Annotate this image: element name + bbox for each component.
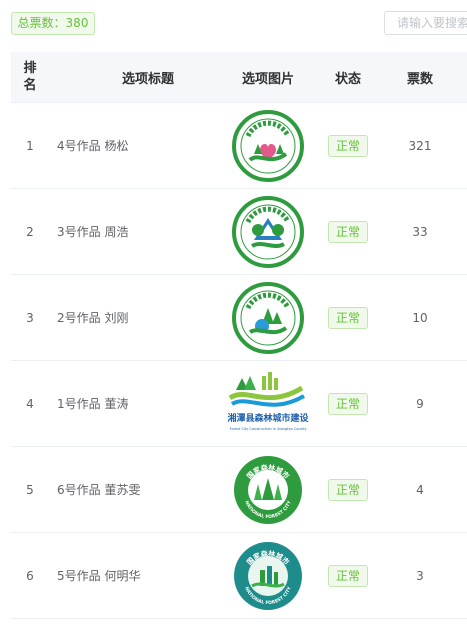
votes-cell: 321: [408, 138, 432, 153]
status-cell: 正常: [323, 392, 373, 415]
forest-city-logo-teal: 国家森林城市 NATIONAL FOREST CITY: [234, 541, 302, 610]
option-image-cell: 湘潭县森林城市建设 Forest City Construction in Xi…: [213, 368, 323, 440]
option-title: 3号作品 周浩: [57, 225, 129, 239]
status-cell: 正常: [323, 564, 373, 587]
forest-city-logo-tree: [232, 195, 304, 268]
logo-banner-text: 湘潭县森林城市建设: [227, 412, 309, 424]
option-title: 1号作品 董涛: [57, 397, 129, 411]
status-cell: 正常: [323, 478, 373, 501]
column-header-image: 选项图片: [241, 71, 294, 87]
status-cell: 正常: [323, 134, 373, 157]
option-title: 5号作品 何明华: [57, 569, 141, 583]
column-header-title: 选项标题: [121, 71, 174, 87]
votes-cell: 3: [416, 568, 424, 583]
table-row: 4 1号作品 董涛 湘潭县森林城市建设 Forest City Construc…: [11, 361, 467, 447]
table-row: 2 3号作品 周浩 正常 33: [11, 189, 467, 275]
votes-cell: 10: [412, 310, 428, 325]
status-badge: 正常: [327, 564, 368, 587]
forest-city-logo-heart: [232, 109, 304, 182]
column-header-votes: 票数: [406, 71, 433, 87]
option-image-cell: 国家森林城市 NATIONAL FOREST CITY: [213, 540, 323, 612]
status-cell: 正常: [323, 306, 373, 329]
option-image-cell: [213, 281, 323, 354]
table-row: 5 6号作品 董苏雯 国家森林城市 NATIONAL FOREST CITY 正…: [11, 447, 467, 533]
rank-cell: 1: [26, 138, 34, 153]
rank-cell: 4: [26, 396, 34, 411]
forest-city-logo-wave: [232, 281, 304, 354]
table-row: 3 2号作品 刘刚 正常 10: [11, 275, 467, 361]
status-badge: 正常: [327, 306, 368, 329]
rank-cell: 2: [26, 224, 34, 239]
column-header-rank: 排 名: [23, 61, 37, 93]
column-header-status: 状态: [334, 71, 361, 87]
total-votes-badge: 总票数：380: [11, 12, 95, 35]
status-cell: 正常: [323, 220, 373, 243]
votes-cell: 33: [412, 224, 428, 239]
status-badge: 正常: [327, 478, 368, 501]
option-image-cell: [213, 109, 323, 182]
option-title: 2号作品 刘刚: [57, 311, 129, 325]
search-input[interactable]: [384, 11, 467, 35]
option-image-cell: [213, 195, 323, 268]
table-header: 排 名 选项标题 选项图片 状态 票数: [11, 52, 467, 103]
option-title: 6号作品 董苏雯: [57, 483, 141, 497]
forest-city-logo-banner: 湘潭县森林城市建设 Forest City Construction in Xi…: [227, 371, 309, 431]
option-image-cell: 国家森林城市 NATIONAL FOREST CITY: [213, 454, 323, 526]
logo-banner-subtext: Forest City Construction in Xiangtan Cou…: [230, 427, 307, 431]
rank-cell: 3: [26, 310, 34, 325]
votes-cell: 9: [416, 396, 424, 411]
status-badge: 正常: [327, 220, 368, 243]
table-row: 1 4号作品 杨松 正常 321: [11, 103, 467, 189]
toolbar: 总票数：380: [0, 0, 467, 50]
votes-cell: 4: [416, 482, 424, 497]
forest-city-logo-green: 国家森林城市 NATIONAL FOREST CITY: [234, 455, 302, 524]
table-row: 6 5号作品 何明华 国家森林城市 NATIONAL FOREST CITY 正…: [11, 533, 467, 619]
ranking-table: 排 名 选项标题 选项图片 状态 票数 1 4号作品 杨松 正常 321 2 3…: [11, 52, 467, 619]
option-title: 4号作品 杨松: [57, 139, 129, 153]
rank-cell: 6: [26, 568, 34, 583]
rank-cell: 5: [26, 482, 34, 497]
status-badge: 正常: [327, 134, 368, 157]
status-badge: 正常: [327, 392, 368, 415]
